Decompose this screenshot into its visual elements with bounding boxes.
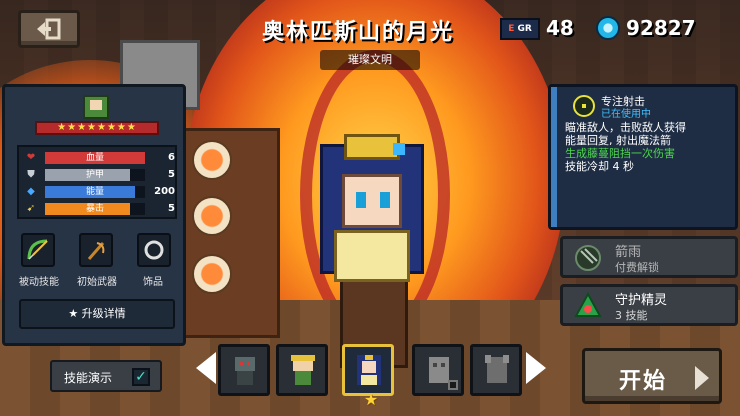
- starter-weapon-icon: [87, 242, 105, 260]
- crit-icon: ➹: [26, 203, 36, 214]
- selected-indicator: [551, 87, 557, 227]
- dark-knight-sprite-icon: [235, 357, 255, 385]
- accessory-label: 饰品: [143, 277, 163, 288]
- energy-badge-letter: E: [508, 24, 515, 34]
- stat-label: 能量: [85, 187, 104, 197]
- gem-currency-icon: [596, 16, 620, 40]
- hero-stats-panel: ★★★★★★★★ ❤ 血量 6 ⛊ 护甲 5 ◆ 能量 200 ➹ 暴击 5 被…: [2, 84, 186, 346]
- back-button[interactable]: [18, 10, 80, 48]
- skill-desc-line: 能量回复, 射出魔法箭: [565, 134, 671, 147]
- stat-label: 暴击: [85, 204, 104, 214]
- skill-desc-line: 生成藤蔓阻挡一次伤害: [565, 147, 675, 160]
- stat-row-crit: ➹ 暴击 5: [25, 202, 175, 216]
- skill-demo-checkbox[interactable]: ✓: [132, 368, 150, 386]
- stat-row-hp: ❤ 血量 6: [25, 151, 175, 165]
- skin-title: 奥林匹斯山的月光: [262, 20, 455, 45]
- skill-option-guardian-spirit[interactable]: 守护精灵 3 技能: [560, 284, 738, 326]
- energy-count: 48: [546, 16, 574, 40]
- skill-description: 瞄准敌人，击败敌人获得 能量回复, 射出魔法箭 生成藤蔓阻挡一次伤害 技能冷却 …: [565, 121, 737, 173]
- stat-list: ❤ 血量 6 ⛊ 护甲 5 ◆ 能量 200 ➹ 暴击 5: [17, 145, 177, 219]
- lock-icon: [448, 380, 458, 390]
- heart-icon: ❤: [26, 152, 36, 163]
- skin-slot-stone-golem[interactable]: [412, 344, 464, 396]
- hero-rank-stars: ★★★★★★★★: [35, 121, 159, 135]
- upgrade-details-button[interactable]: ★ 升级详情: [19, 299, 175, 329]
- ring-icon: [144, 240, 164, 260]
- food-plate: [192, 254, 232, 294]
- stat-label: 护甲: [85, 170, 104, 180]
- skill-option-sub: 3 技能: [615, 309, 648, 322]
- skill-option-name: 守护精灵: [615, 293, 668, 308]
- elf-ranger-sprite-icon: [291, 355, 315, 385]
- hero-portrait-icon: [83, 95, 109, 119]
- starter-weapon-slot[interactable]: [79, 233, 113, 267]
- skill-demo-toggle[interactable]: 技能演示 ✓: [50, 360, 162, 392]
- food-plate: [192, 140, 232, 180]
- focus-shot-icon: [573, 95, 595, 117]
- passive-skill-slot[interactable]: [21, 233, 55, 267]
- skill-demo-label: 技能演示: [64, 371, 113, 385]
- skill-status: 已在使用中: [601, 109, 651, 120]
- skin-slot-gray-knight[interactable]: [470, 344, 522, 396]
- gem-count: 92827: [626, 16, 696, 40]
- skill-option-sub: 付费解锁: [615, 261, 659, 274]
- next-skin-arrow[interactable]: [526, 352, 546, 384]
- stat-row-armor: ⛊ 护甲 5: [25, 168, 175, 182]
- stat-value: 200: [154, 186, 175, 197]
- arrow-rain-icon: [575, 245, 601, 271]
- olympus-moonlight-sprite-icon: [357, 355, 381, 385]
- food-plate: [192, 196, 232, 236]
- start-button[interactable]: 开始: [582, 348, 722, 404]
- stat-row-energy: ◆ 能量 200: [25, 185, 175, 199]
- shield-icon: ⛊: [27, 169, 35, 180]
- play-triangle-icon: [695, 366, 709, 390]
- skill-option-arrow-rain[interactable]: 箭雨 付费解锁: [560, 236, 738, 278]
- skin-slot-olympus-moonlight[interactable]: [342, 344, 394, 396]
- bow-icon: [27, 239, 48, 260]
- start-label: 开始: [619, 369, 668, 394]
- stat-value: 6: [168, 152, 175, 163]
- selected-skin-star: ★: [363, 390, 379, 409]
- active-skill-card[interactable]: 专注射击 已在使用中 瞄准敌人，击败敌人获得 能量回复, 射出魔法箭 生成藤蔓阻…: [548, 84, 738, 230]
- gray-knight-sprite-icon: [485, 355, 509, 383]
- hero-sprite-elf-priestess: [320, 134, 424, 282]
- skin-slot-elf-ranger[interactable]: [276, 344, 328, 396]
- skill-desc-line: 瞄准敌人，击败敌人获得: [565, 121, 686, 134]
- stat-value: 5: [168, 203, 175, 214]
- prev-skin-arrow[interactable]: [196, 352, 216, 384]
- stat-label: 血量: [85, 153, 104, 163]
- skin-slot-dark-knight[interactable]: [218, 344, 270, 396]
- passive-skill-label: 被动技能: [19, 277, 59, 288]
- skill-option-name: 箭雨: [615, 245, 642, 260]
- guardian-spirit-icon: [574, 291, 602, 317]
- accessory-slot[interactable]: [137, 233, 171, 267]
- starter-weapon-label: 初始武器: [77, 277, 117, 288]
- skin-subtitle: 璀璨文明: [320, 50, 420, 70]
- exit-door-icon: [37, 18, 61, 40]
- energy-crystal-icon: ◆: [27, 186, 35, 197]
- skill-desc-line: 技能冷却 4 秒: [565, 160, 634, 173]
- energy-badge-sub: GR: [517, 24, 532, 34]
- stat-value: 5: [168, 169, 175, 180]
- energy-currency-icon: E GR: [500, 18, 540, 40]
